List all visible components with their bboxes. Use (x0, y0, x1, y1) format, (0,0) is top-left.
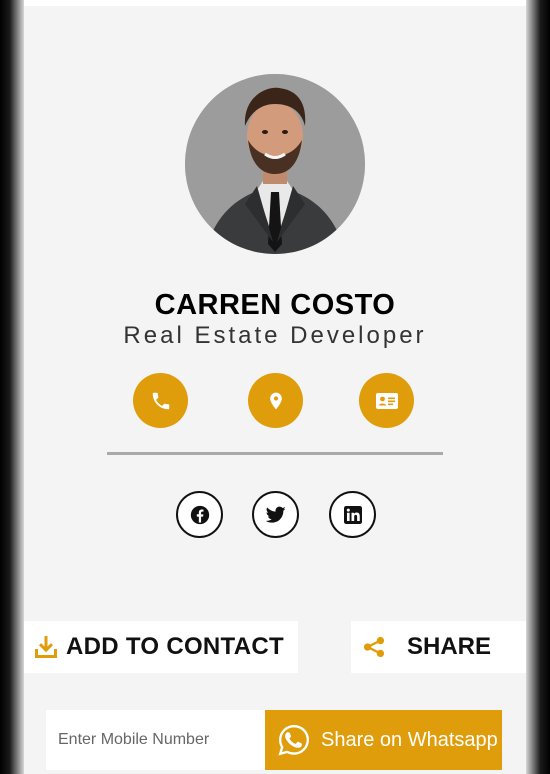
facebook-button[interactable] (176, 491, 223, 538)
add-to-contact-label: ADD TO CONTACT (66, 633, 284, 660)
location-button[interactable] (248, 373, 303, 428)
profile-name: CARREN COSTO (154, 289, 396, 321)
profile-photo (185, 74, 365, 254)
whatsapp-share-row: Share on Whatsapp (46, 710, 502, 770)
twitter-icon (265, 506, 286, 523)
phone-icon (152, 392, 169, 409)
share-on-whatsapp-button[interactable]: Share on Whatsapp (265, 710, 502, 770)
twitter-button[interactable] (252, 491, 299, 538)
share-button[interactable]: SHARE (351, 621, 526, 673)
share-icon (363, 636, 385, 658)
section-divider (107, 452, 443, 455)
linkedin-button[interactable] (329, 491, 376, 538)
linkedin-icon (343, 505, 362, 524)
facebook-icon (190, 505, 209, 524)
add-to-contact-button[interactable]: ADD TO CONTACT (24, 621, 298, 673)
profile-role: Real Estate Developer (123, 322, 427, 349)
right-frame-shadow (526, 0, 550, 774)
share-on-whatsapp-label: Share on Whatsapp (321, 728, 498, 751)
call-button[interactable] (133, 373, 188, 428)
contact-card-button[interactable] (359, 373, 414, 428)
download-icon (35, 636, 57, 658)
business-card: CARREN COSTO Real Estate Developer ADD T… (24, 6, 526, 774)
profile-avatar (185, 74, 365, 254)
whatsapp-icon (278, 725, 309, 756)
left-frame-shadow (0, 0, 24, 774)
share-label: SHARE (407, 633, 492, 660)
location-pin-icon (269, 392, 282, 409)
id-card-icon (375, 392, 398, 409)
mobile-number-input[interactable] (46, 710, 265, 770)
